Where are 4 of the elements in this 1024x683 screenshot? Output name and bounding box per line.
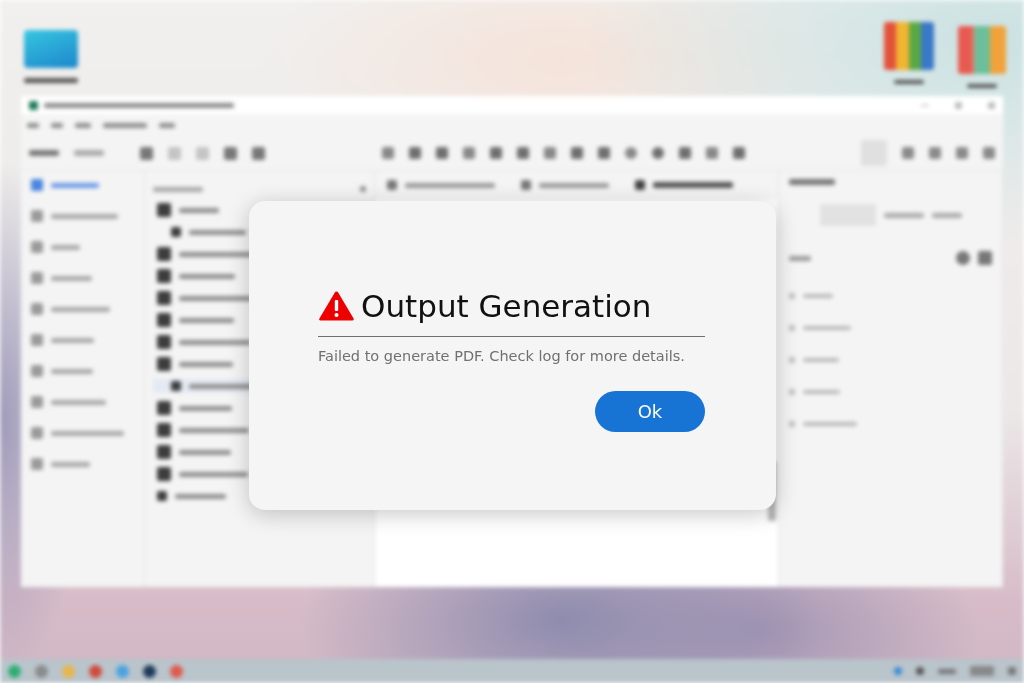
warning-icon: [318, 290, 355, 322]
ok-button[interactable]: Ok: [595, 391, 705, 432]
error-message: Failed to generate PDF. Check log for more details.: [318, 347, 686, 366]
dialog-title: Output Generation: [361, 287, 652, 325]
